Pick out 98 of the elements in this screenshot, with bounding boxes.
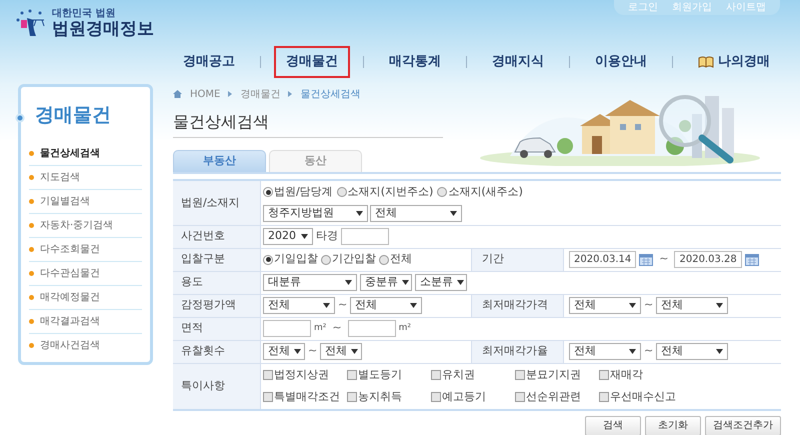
- nav-link[interactable]: 경매물건: [274, 46, 350, 78]
- nav-link[interactable]: 매각통계: [377, 46, 453, 78]
- radio-option[interactable]: 기간입찰: [321, 251, 376, 268]
- sidebar-item[interactable]: 지도검색: [29, 166, 142, 190]
- dropdown-caret-icon: [450, 210, 457, 216]
- sidebar-item[interactable]: 매각예정물건: [29, 286, 142, 310]
- dropdown-select[interactable]: 2020: [263, 228, 313, 245]
- dropdown-select[interactable]: 전체: [569, 343, 641, 360]
- field-label: 최저매각가율: [471, 340, 564, 362]
- checkbox-option[interactable]: 분묘기지권: [515, 366, 599, 383]
- home-icon: [173, 90, 182, 98]
- checkbox-option[interactable]: 유치권: [431, 366, 515, 383]
- range-separator: ~: [337, 297, 348, 314]
- checkbox-option[interactable]: 특별매각조건: [263, 389, 347, 406]
- nav-link[interactable]: 경매공고: [171, 46, 247, 78]
- field-label: 법원/소재지: [173, 181, 261, 224]
- dropdown-caret-icon: [294, 349, 301, 354]
- checkbox-option[interactable]: 법정지상권: [263, 366, 347, 383]
- range-separator: ~: [643, 343, 654, 360]
- field-label: 유찰횟수: [173, 340, 261, 362]
- case-type-text: 타경: [316, 228, 338, 244]
- area-max-field[interactable]: [348, 320, 396, 337]
- bullet-dot-icon: [15, 113, 25, 123]
- dropdown-caret-icon: [716, 349, 724, 354]
- dropdown-select[interactable]: 전체: [320, 343, 362, 360]
- dropdown-select[interactable]: 전체: [656, 297, 728, 314]
- calendar-icon[interactable]: [744, 254, 759, 266]
- dropdown-caret-icon: [351, 349, 358, 354]
- sidebar-item[interactable]: 매각결과검색: [29, 310, 142, 334]
- logo-title[interactable]: 법원경매정보: [52, 20, 154, 38]
- unit-text: m²: [314, 322, 326, 335]
- dropdown-select[interactable]: 전체: [263, 297, 335, 314]
- range-separator: ~: [307, 343, 318, 360]
- dropdown-select[interactable]: 전체: [370, 204, 462, 222]
- range-separator: ~: [643, 297, 654, 314]
- radio-option[interactable]: 기일입찰: [263, 251, 318, 268]
- date-field[interactable]: 2020.03.14: [569, 251, 636, 268]
- sidebar-item[interactable]: 다수관심물건: [29, 262, 142, 286]
- dropdown-select[interactable]: 중분류: [360, 274, 412, 291]
- dropdown-caret-icon: [323, 303, 330, 308]
- dropdown-caret-icon: [402, 280, 409, 285]
- dropdown-select[interactable]: 전체: [656, 343, 728, 360]
- nav-link[interactable]: 나의경매: [686, 46, 782, 78]
- sidebar-item[interactable]: 다수조회물건: [29, 238, 142, 262]
- logo-subtitle: 대한민국 법원: [52, 8, 116, 18]
- area-min-field[interactable]: [263, 320, 311, 337]
- case-number-field[interactable]: [341, 228, 389, 245]
- checkbox-option[interactable]: 별도등기: [347, 366, 431, 383]
- dropdown-caret-icon: [301, 234, 308, 239]
- field-label: 최저매각가격: [471, 294, 564, 316]
- sidebar-item[interactable]: 기일별검색: [29, 190, 142, 214]
- action-button[interactable]: 검색: [585, 416, 641, 435]
- radio-option[interactable]: 소재지(지번주소): [336, 184, 434, 200]
- dropdown-select[interactable]: 전체: [569, 297, 641, 314]
- field-label: 용도: [173, 272, 261, 294]
- dropdown-select[interactable]: 청주지방법원: [263, 204, 368, 222]
- sidebar-item[interactable]: 물건상세검색: [29, 142, 142, 166]
- action-button[interactable]: 검색조건추가: [705, 416, 781, 435]
- radio-option[interactable]: 전체: [379, 251, 412, 268]
- dropdown-caret-icon: [716, 303, 724, 308]
- checkbox-option[interactable]: 재매각: [599, 366, 699, 383]
- page-title: 물건상세검색: [173, 110, 443, 138]
- field-label: 감정평가액: [173, 294, 261, 316]
- dropdown-caret-icon: [629, 349, 636, 354]
- sidebar-title: 경매물건: [34, 103, 112, 128]
- dropdown-caret-icon: [629, 303, 636, 308]
- dropdown-select[interactable]: 소분류: [415, 274, 467, 291]
- calendar-icon[interactable]: [639, 254, 654, 266]
- field-label: 면적: [173, 318, 261, 340]
- chevron-right-icon: [228, 91, 232, 97]
- dropdown-select[interactable]: 전체: [263, 343, 305, 360]
- range-separator: ~: [331, 320, 343, 336]
- checkbox-option[interactable]: 농지취득: [347, 389, 431, 406]
- checkbox-option[interactable]: 우선매수신고: [599, 389, 699, 406]
- checkbox-option[interactable]: 예고등기: [431, 389, 515, 406]
- nav-link[interactable]: 이용안내: [583, 46, 659, 78]
- chevron-right-icon: [288, 91, 292, 97]
- dropdown-select[interactable]: 전체: [350, 297, 422, 314]
- date-field[interactable]: 2020.03.28: [674, 251, 742, 268]
- dropdown-select[interactable]: 대분류: [263, 274, 357, 291]
- field-label: 사건번호: [173, 226, 261, 248]
- field-label: 특이사항: [173, 364, 261, 408]
- dropdown-caret-icon: [356, 210, 363, 216]
- radio-option[interactable]: 법원/담당계: [263, 184, 333, 200]
- dropdown-caret-icon: [345, 280, 352, 285]
- range-separator: ~: [658, 251, 670, 268]
- field-label: 입찰구분: [173, 248, 261, 270]
- checkbox-option[interactable]: 선순위관련: [515, 389, 599, 406]
- dropdown-caret-icon: [410, 303, 418, 308]
- field-label: 기간: [471, 248, 564, 270]
- radio-option[interactable]: 소재지(새주소): [437, 184, 523, 200]
- nav-link[interactable]: 경매지식: [480, 46, 556, 78]
- sidebar-item[interactable]: 자동차·중기검색: [29, 214, 142, 238]
- book-icon: [698, 56, 714, 68]
- dropdown-caret-icon: [457, 280, 464, 285]
- action-button[interactable]: 초기화: [645, 416, 701, 435]
- sidebar-item[interactable]: 경매사건검색: [29, 334, 142, 358]
- unit-text: m²: [398, 322, 411, 335]
